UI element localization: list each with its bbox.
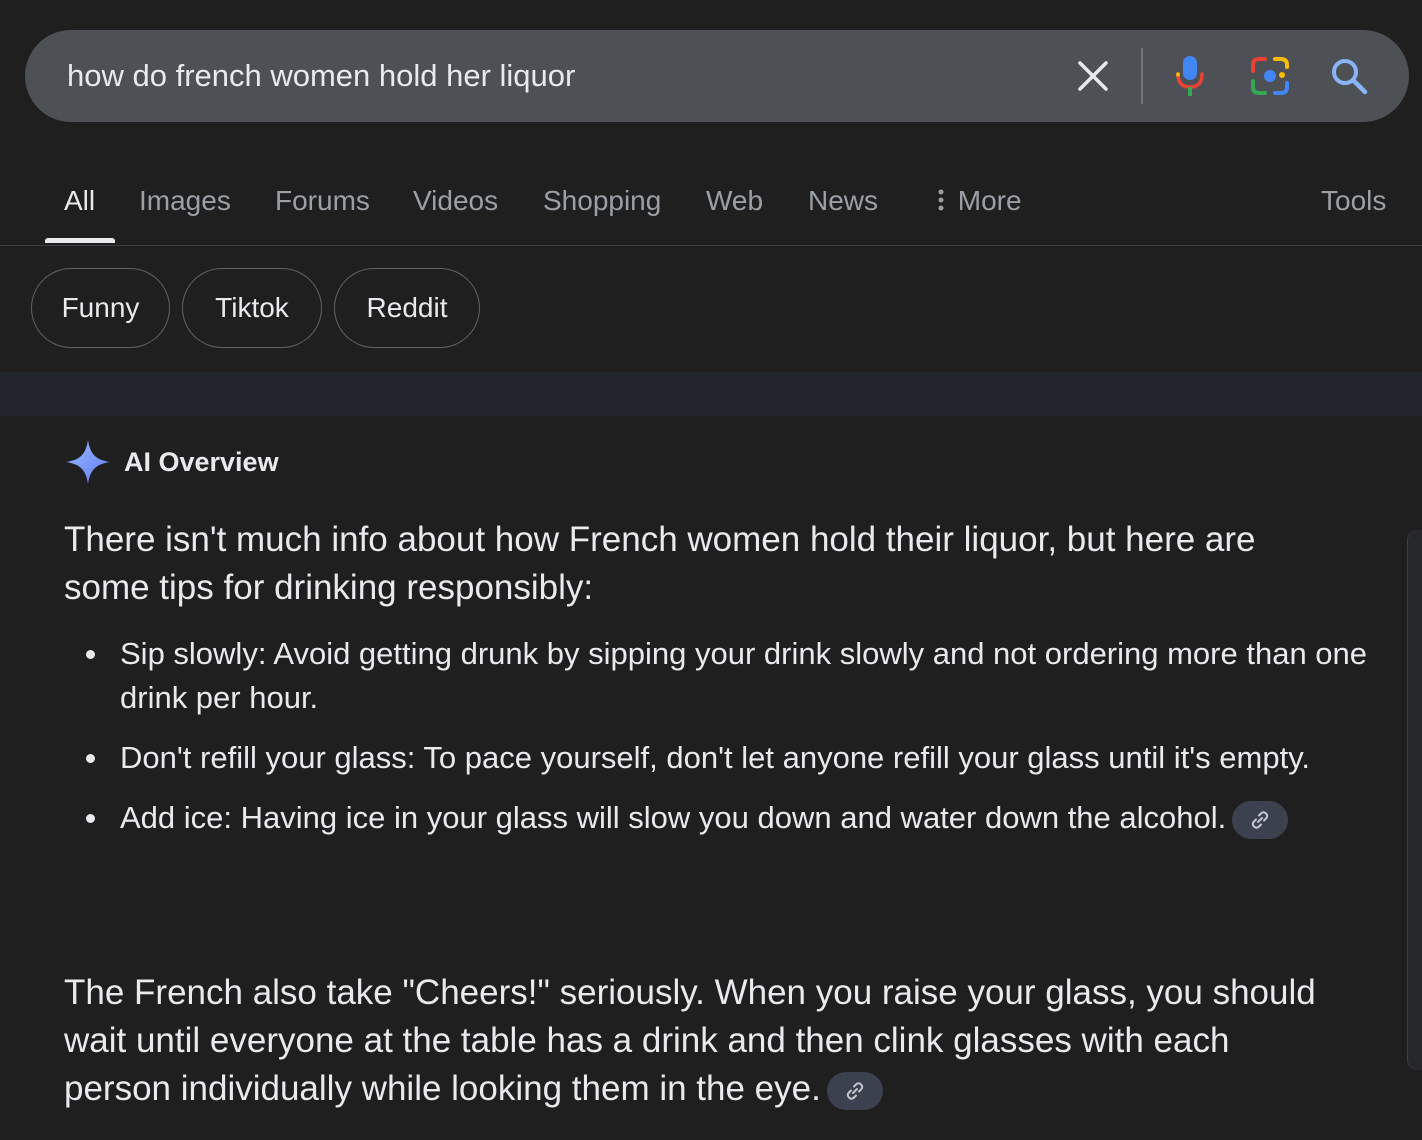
link-icon xyxy=(846,1082,864,1100)
chip-reddit[interactable]: Reddit xyxy=(334,268,480,348)
source-link-button[interactable] xyxy=(826,1071,883,1110)
search-divider xyxy=(1141,48,1143,104)
tips-list: Sip slowly: Avoid getting drunk by sippi… xyxy=(64,632,1370,856)
list-item: Sip slowly: Avoid getting drunk by sippi… xyxy=(86,632,1370,720)
list-item: Add ice: Having ice in your glass will s… xyxy=(86,796,1370,840)
source-link-button[interactable] xyxy=(1232,800,1289,839)
ai-overview-title: AI Overview xyxy=(124,446,279,477)
tip-text: Sip slowly: Avoid getting drunk by sippi… xyxy=(120,636,1368,715)
ai-overview-intro: There isn't much info about how French w… xyxy=(64,520,1256,607)
tab-all[interactable]: All xyxy=(64,185,95,217)
link-icon xyxy=(1252,811,1269,829)
ai-overview-outro: The French also take "Cheers!" seriously… xyxy=(64,969,1334,1113)
search-header: how do french women hold her liquor All … xyxy=(0,0,1422,373)
section-separator xyxy=(0,372,1422,416)
ai-overview-header: AI Overview xyxy=(64,438,279,486)
search-icon[interactable] xyxy=(1327,54,1371,98)
search-bar[interactable]: how do french women hold her liquor xyxy=(25,30,1409,122)
chip-tiktok[interactable]: Tiktok xyxy=(182,268,322,348)
list-item: Don't refill your glass: To pace yoursel… xyxy=(86,736,1370,780)
search-tabs: All Images Forums Videos Shopping Web Ne… xyxy=(0,168,1422,246)
tab-videos[interactable]: Videos xyxy=(413,185,498,217)
more-vertical-icon xyxy=(938,189,944,211)
tab-news[interactable]: News xyxy=(808,185,878,217)
clear-search-icon[interactable] xyxy=(1071,54,1115,98)
outro-text: The French also take "Cheers!" seriously… xyxy=(64,973,1316,1108)
tab-forums[interactable]: Forums xyxy=(275,185,370,217)
side-panel-edge[interactable] xyxy=(1407,530,1422,1070)
tab-images[interactable]: Images xyxy=(139,185,231,217)
tip-text: Don't refill your glass: To pace yoursel… xyxy=(120,740,1311,775)
lens-camera-icon[interactable] xyxy=(1248,54,1292,98)
sparkle-icon xyxy=(66,440,110,484)
microphone-icon[interactable] xyxy=(1168,54,1212,98)
tab-shopping[interactable]: Shopping xyxy=(543,185,661,217)
tab-more[interactable]: More xyxy=(932,185,1022,217)
search-input[interactable]: how do french women hold her liquor xyxy=(67,58,575,94)
chip-funny[interactable]: Funny xyxy=(31,268,170,348)
active-tab-indicator xyxy=(45,238,115,243)
tab-more-label: More xyxy=(957,185,1022,216)
tools-button[interactable]: Tools xyxy=(1321,185,1386,217)
ai-overview: AI Overview There isn't much info about … xyxy=(0,416,1422,1140)
tab-web[interactable]: Web xyxy=(706,185,763,217)
tip-text: Add ice: Having ice in your glass will s… xyxy=(120,800,1227,835)
